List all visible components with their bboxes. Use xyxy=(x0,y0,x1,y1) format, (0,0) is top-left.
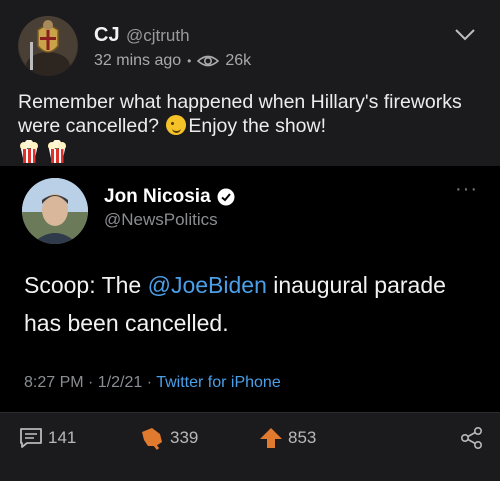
more-options-icon[interactable]: ··· xyxy=(455,179,478,199)
post-time: 32 mins ago xyxy=(94,52,182,69)
embed-author-handle[interactable]: @NewsPolitics xyxy=(104,210,218,230)
comment-icon xyxy=(20,428,42,448)
thumbs-down-like-icon xyxy=(142,428,162,450)
view-count: 26k xyxy=(225,52,252,69)
meta-separator: • xyxy=(187,54,192,68)
action-bar: 141 339 853 xyxy=(0,418,500,468)
popcorn-emojis xyxy=(18,140,68,164)
upvote-count: 853 xyxy=(288,428,317,447)
post-text-tail: Enjoy the show! xyxy=(188,115,327,137)
share-button[interactable] xyxy=(460,426,484,450)
verified-badge-icon xyxy=(217,188,235,206)
embedded-tweet[interactable]: Jon Nicosia @NewsPolitics ··· Scoop: The… xyxy=(0,166,500,412)
embed-meta: 8:27 PM · 1/2/21 · Twitter for iPhone xyxy=(24,374,281,392)
comment-count: 141 xyxy=(48,428,77,447)
knight-avatar-icon xyxy=(19,17,77,76)
like-count: 339 xyxy=(170,428,199,447)
popcorn-icon xyxy=(48,140,66,163)
embed-author[interactable]: Jon Nicosia xyxy=(104,186,235,208)
wink-emoji-icon xyxy=(166,115,187,135)
post-meta: 32 mins ago • 26k xyxy=(94,52,251,70)
embed-timestamp: 8:27 PM · 1/2/21 · xyxy=(24,374,153,391)
embed-avatar[interactable] xyxy=(22,178,88,244)
post-text: Remember what happened when Hillary's fi… xyxy=(18,90,488,138)
author-handle[interactable]: @cjtruth xyxy=(126,26,190,46)
upvote-button[interactable]: 853 xyxy=(258,426,316,450)
author-avatar[interactable] xyxy=(18,16,78,76)
embed-source-link[interactable]: Twitter for iPhone xyxy=(156,374,281,391)
upvote-arrow-icon xyxy=(260,428,282,448)
eye-icon xyxy=(197,55,220,67)
chevron-down-icon[interactable] xyxy=(454,28,476,42)
author-name[interactable]: CJ xyxy=(94,24,120,47)
like-button[interactable]: 339 xyxy=(138,426,198,450)
comment-button[interactable]: 141 xyxy=(18,426,76,450)
share-icon xyxy=(460,426,483,450)
person-avatar-icon xyxy=(22,178,88,244)
embed-mention-link[interactable]: @JoeBiden xyxy=(148,272,267,298)
embed-author-name: Jon Nicosia xyxy=(104,186,211,207)
post-header: CJ @cjtruth 32 mins ago • 26k xyxy=(18,16,482,80)
popcorn-icon xyxy=(20,140,38,163)
divider xyxy=(0,412,500,413)
embed-text: Scoop: The @JoeBiden inaugural parade ha… xyxy=(24,266,464,342)
embed-text-prefix: Scoop: The xyxy=(24,272,142,298)
